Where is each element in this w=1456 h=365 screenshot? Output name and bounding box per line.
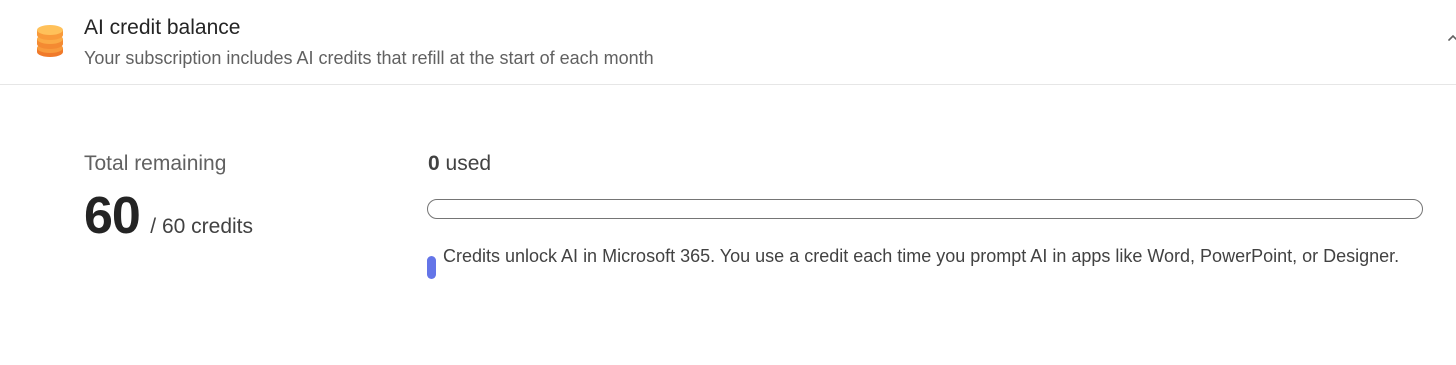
- total-remaining-label: Total remaining: [84, 152, 227, 175]
- card-subtitle: Your subscription includes AI credits th…: [84, 48, 654, 68]
- used-credits-label: 0 used: [428, 152, 491, 176]
- credits-progress-bar: [427, 199, 1423, 219]
- info-accent-marker: [427, 256, 436, 279]
- remaining-credits: 60 / 60 credits: [84, 186, 253, 246]
- card-header[interactable]: AI credit balance Your subscription incl…: [0, 0, 1456, 85]
- used-suffix: used: [445, 152, 492, 175]
- credits-info-text: Credits unlock AI in Microsoft 365. You …: [443, 246, 1400, 266]
- total-credits-text: / 60 credits: [150, 215, 254, 238]
- coins-stack-icon: [35, 20, 65, 58]
- used-count: 0: [428, 152, 446, 175]
- card-title: AI credit balance: [84, 16, 241, 39]
- remaining-value: 60: [84, 187, 141, 245]
- ai-credit-balance-card: AI credit balance Your subscription incl…: [0, 0, 1456, 365]
- chevron-up-icon[interactable]: [1438, 28, 1456, 48]
